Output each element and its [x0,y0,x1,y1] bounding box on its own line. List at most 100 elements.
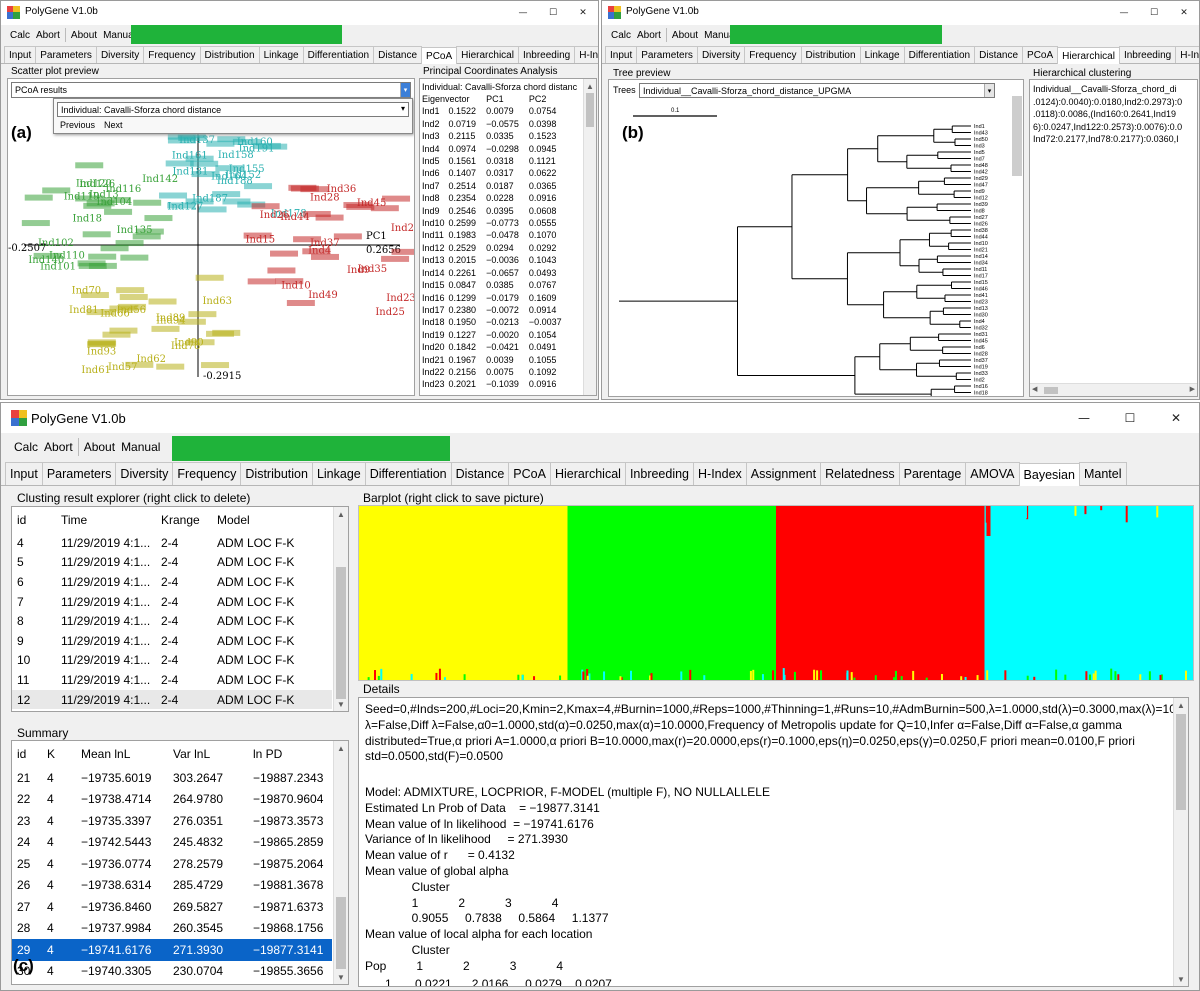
tab-inbreeding[interactable]: Inbreeding [1118,46,1177,63]
table-row[interactable]: Ind10 0.2599 −0.0773 0.0555 [422,217,572,229]
table-row[interactable]: Ind6 0.1407 0.0317 0.0622 [422,167,572,179]
tab-inbreeding[interactable]: Inbreeding [517,46,576,63]
tab-differentiation[interactable]: Differentiation [364,462,452,485]
tab-linkage[interactable]: Linkage [258,46,304,63]
scrollbar[interactable]: ▲ ▼ [1173,698,1188,986]
table-row[interactable]: 4 11/29/2019 4:1... 2-4 ADM LOC F-K [12,533,332,553]
maximize-icon[interactable]: ☐ [1107,403,1153,433]
tab-distance[interactable]: Distance [373,46,423,63]
summary-header-cell[interactable]: K [42,741,76,767]
scroll-left-icon[interactable]: ◀ [1032,385,1037,393]
tab-amova[interactable]: AMOVA [965,462,1020,485]
tab-h-index[interactable]: H-Index [693,462,747,485]
table-row[interactable]: Ind13 0.2015 −0.0036 0.1043 [422,254,572,266]
table-row[interactable]: 30 4 −19740.3305 230.0704 −19855.3656 [12,961,332,983]
table-row[interactable]: 11 11/29/2019 4:1... 2-4 ADM LOC F-K [12,670,332,690]
summary-header-cell[interactable]: Var lnL [168,741,248,767]
table-row[interactable]: Ind23 0.2021 −0.1039 0.0916 [422,378,572,390]
summary-header-cell[interactable]: ln PD [248,741,332,767]
close-icon[interactable]: ✕ [1153,403,1199,433]
tab-frequency[interactable]: Frequency [143,46,201,63]
table-row[interactable]: Ind9 0.2546 0.0395 0.0608 [422,205,572,217]
tab-pcoa[interactable]: PCoA [421,47,458,64]
menu-about[interactable]: About [669,30,701,41]
menu-calc[interactable]: Calc [7,30,33,41]
tab-distribution[interactable]: Distribution [800,46,861,63]
minimize-icon[interactable]: — [1109,1,1139,25]
scrollbar[interactable]: ▲ ▼ [333,741,348,984]
table-row[interactable]: 21 4 −19735.6019 303.2647 −19887.2343 [12,767,332,789]
tab-pcoa[interactable]: PCoA [508,462,551,485]
table-row[interactable]: 22 4 −19738.4714 264.9780 −19870.9604 [12,789,332,811]
tab-distance[interactable]: Distance [450,462,510,485]
tab-input[interactable]: Input [5,462,43,485]
scroll-right-icon[interactable]: ▶ [1190,385,1195,393]
tab-h-inde[interactable]: H-Inde [574,46,598,63]
table-row[interactable]: 29 4 −19741.6176 271.3930 −19877.3141 [12,939,332,961]
tab-differentiation[interactable]: Differentiation [903,46,976,63]
scroll-down-icon[interactable]: ▼ [1174,972,1188,986]
table-row[interactable]: 7 11/29/2019 4:1... 2-4 ADM LOC F-K [12,592,332,612]
table-row[interactable]: 10 11/29/2019 4:1... 2-4 ADM LOC F-K [12,651,332,671]
table-row[interactable]: 9 11/29/2019 4:1... 2-4 ADM LOC F-K [12,631,332,651]
scroll-thumb[interactable] [1176,714,1186,810]
table-row[interactable]: 23 4 −19735.3397 276.0351 −19873.3573 [12,810,332,832]
tab-distance[interactable]: Distance [974,46,1024,63]
table-row[interactable]: Ind15 0.0847 0.0385 0.0767 [422,279,572,291]
tab-hierarchical[interactable]: Hierarchical [456,46,519,63]
barplot-pane[interactable] [358,505,1194,681]
tab-hierarchical[interactable]: Hierarchical [549,462,626,485]
scrollbar[interactable]: ▲ ▼ [333,507,348,711]
hscrollbar[interactable]: ◀ ▶ [1030,383,1197,396]
menu-about[interactable]: About [68,30,100,41]
explorer-header-cell[interactable]: Model [212,507,332,533]
table-row[interactable]: Ind19 0.1227 −0.0020 0.1054 [422,329,572,341]
scroll-thumb[interactable] [336,897,346,969]
tab-inbreeding[interactable]: Inbreeding [624,462,695,485]
table-row[interactable]: 8 11/29/2019 4:1... 2-4 ADM LOC F-K [12,611,332,631]
table-row[interactable]: Ind18 0.1950 −0.0213 −0.0037 [422,316,572,328]
tab-distribution[interactable]: Distribution [240,462,313,485]
table-row[interactable]: Ind14 0.2261 −0.0657 0.0493 [422,267,572,279]
tab-input[interactable]: Input [605,46,638,63]
tab-hierarchical[interactable]: Hierarchical [1057,47,1120,64]
summary-header-cell[interactable]: Mean lnL [76,741,168,767]
menu-calc[interactable]: Calc [11,440,41,454]
scroll-up-icon[interactable]: ▲ [334,507,348,521]
table-row[interactable]: 12 11/29/2019 4:1... 2-4 ADM LOC F-K [12,689,332,710]
minimize-icon[interactable]: — [508,1,538,25]
title-bar[interactable]: PolyGene V1.0b — ☐ ✕ [1,1,598,25]
tab-h-inde[interactable]: H-Inde [1175,46,1199,63]
title-bar[interactable]: PolyGene V1.0b — ☐ ✕ [1,403,1199,433]
tab-mantel[interactable]: Mantel [1078,462,1127,485]
minimize-icon[interactable]: — [1061,403,1107,433]
tab-frequency[interactable]: Frequency [172,462,242,485]
tab-linkage[interactable]: Linkage [859,46,905,63]
scroll-up-icon[interactable]: ▲ [584,79,596,93]
previous-button[interactable]: Previous [60,120,95,130]
menu-calc[interactable]: Calc [608,30,634,41]
scroll-thumb[interactable] [586,93,594,127]
scroll-up-icon[interactable]: ▲ [1174,698,1188,712]
menu-abort[interactable]: Abort [634,30,664,41]
scroll-thumb[interactable] [336,567,346,699]
tab-parameters[interactable]: Parameters [41,462,117,485]
distance-select[interactable]: Individual: Cavalli-Sforza chord distanc… [57,102,409,117]
tab-parameters[interactable]: Parameters [636,46,698,63]
tab-assignment[interactable]: Assignment [745,462,822,485]
table-row[interactable]: Ind3 0.2115 0.0335 0.1523 [422,130,572,142]
tab-diversity[interactable]: Diversity [115,462,174,485]
scroll-down-icon[interactable]: ▼ [334,697,348,711]
next-button[interactable]: Next [104,120,123,130]
tab-bayesian[interactable]: Bayesian [1018,463,1080,486]
table-row[interactable]: Ind11 0.1983 −0.0478 0.1070 [422,229,572,241]
table-row[interactable]: Ind17 0.2380 −0.0072 0.0914 [422,304,572,316]
table-row[interactable]: Ind21 0.1967 0.0039 0.1055 [422,354,572,366]
table-row[interactable]: 6 11/29/2019 4:1... 2-4 ADM LOC F-K [12,572,332,592]
table-row[interactable]: Ind4 0.0974 −0.0298 0.0945 [422,143,572,155]
table-row[interactable]: 27 4 −19736.8460 269.5827 −19871.6373 [12,896,332,918]
tab-linkage[interactable]: Linkage [311,462,366,485]
tab-differentiation[interactable]: Differentiation [302,46,375,63]
menu-about[interactable]: About [81,440,118,454]
maximize-icon[interactable]: ☐ [1139,1,1169,25]
